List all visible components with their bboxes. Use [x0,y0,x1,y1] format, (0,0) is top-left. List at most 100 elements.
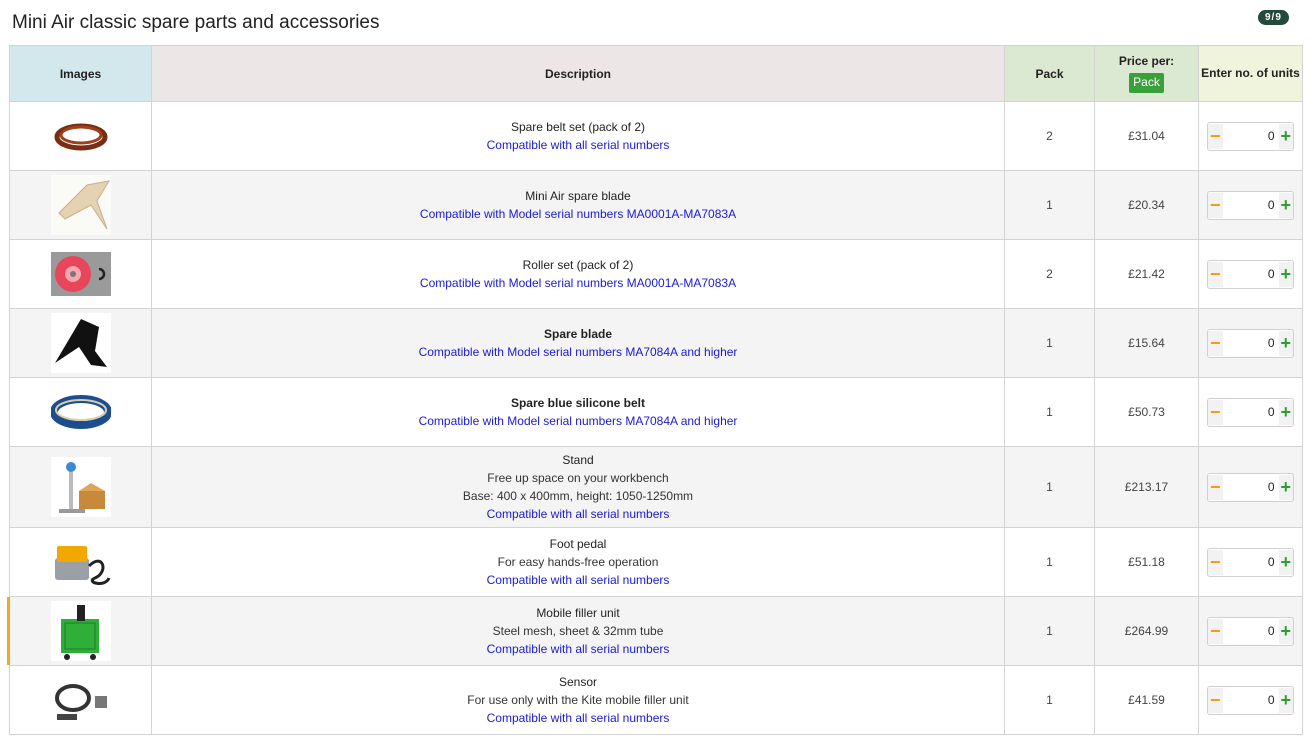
decrement-button[interactable]: − [1208,687,1223,713]
unit-price: £50.73 [1094,377,1199,447]
table-row: Spare belt set (pack of 2) Compatible wi… [9,101,1303,171]
product-name: Sensor [558,675,598,689]
sensor-image[interactable] [50,670,111,730]
foot-pedal-image[interactable] [51,532,111,592]
unit-price: £213.17 [1094,446,1199,528]
compatibility-link[interactable]: Compatible with Model serial numbers MA0… [152,274,1004,292]
compatibility-link[interactable]: Compatible with all serial numbers [152,505,1004,523]
red-roller-image[interactable] [50,244,111,304]
quantity-cell: − + [1198,446,1303,528]
increment-button[interactable]: + [1278,330,1293,356]
black-blade-image[interactable] [50,313,111,373]
product-image-cell [9,527,152,597]
product-name: Mobile filler unit [536,606,620,620]
pack-size: 1 [1004,170,1095,240]
filler-unit-image[interactable] [50,601,111,661]
quantity-stepper: − + [1207,121,1294,151]
compatibility-link[interactable]: Compatible with Model serial numbers MA7… [152,412,1004,430]
quantity-input[interactable] [1222,404,1279,420]
pack-size: 1 [1004,665,1095,735]
compatibility-link[interactable]: Compatible with Model serial numbers MA0… [152,205,1004,223]
price-unit-badge: Pack [1129,73,1164,93]
product-description: Sensor For use only with the Kite mobile… [151,665,1005,735]
table-header-row: Images Description Pack Price per: Pack … [9,45,1303,102]
quantity-input[interactable] [1222,335,1279,351]
increment-button[interactable]: + [1278,192,1293,218]
table-row: Foot pedal For easy hands-free operation… [9,527,1303,597]
quantity-stepper: − + [1207,328,1294,358]
increment-button[interactable]: + [1278,687,1293,713]
product-image-cell [9,101,152,171]
product-description: Mobile filler unit Steel mesh, sheet & 3… [151,596,1005,666]
table-row: Roller set (pack of 2) Compatible with M… [9,239,1303,309]
product-description: Spare blade Compatible with Model serial… [151,308,1005,378]
quantity-cell: − + [1198,170,1303,240]
decrement-button[interactable]: − [1208,192,1223,218]
increment-button[interactable]: + [1278,399,1293,425]
brown-belt-image[interactable] [51,106,111,166]
product-description: Roller set (pack of 2) Compatible with M… [151,239,1005,309]
compatibility-link[interactable]: Compatible with all serial numbers [152,709,1004,727]
product-image-cell [9,239,152,309]
compatibility-link[interactable]: Compatible with all serial numbers [152,571,1004,589]
header-images: Images [9,45,152,102]
decrement-button[interactable]: − [1208,123,1223,149]
product-image-cell [9,446,152,528]
quantity-input[interactable] [1222,554,1279,570]
unit-price: £31.04 [1094,101,1199,171]
product-name: Spare belt set (pack of 2) [510,120,646,134]
quantity-input[interactable] [1222,197,1279,213]
product-detail: Base: 400 x 400mm, height: 1050-1250mm [462,489,694,503]
selected-row-indicator [7,597,10,665]
increment-button[interactable]: + [1278,261,1293,287]
table-row: Mobile filler unit Steel mesh, sheet & 3… [7,596,1303,666]
increment-button[interactable]: + [1278,549,1293,575]
quantity-stepper: − + [1207,547,1294,577]
decrement-button[interactable]: − [1208,399,1223,425]
quantity-stepper: − + [1207,616,1294,646]
decrement-button[interactable]: − [1208,549,1223,575]
product-detail: Free up space on your workbench [487,471,669,485]
quantity-input[interactable] [1222,266,1279,282]
unit-price: £51.18 [1094,527,1199,597]
compatibility-link[interactable]: Compatible with all serial numbers [152,136,1004,154]
stand-image[interactable] [50,457,111,517]
pack-size: 2 [1004,239,1095,309]
decrement-button[interactable]: − [1208,618,1223,644]
product-image-cell [7,596,152,666]
increment-button[interactable]: + [1278,123,1293,149]
decrement-button[interactable]: − [1208,474,1223,500]
unit-price: £15.64 [1094,308,1199,378]
quantity-input[interactable] [1222,479,1279,495]
quantity-cell: − + [1198,308,1303,378]
compatibility-link[interactable]: Compatible with all serial numbers [152,640,1004,658]
pack-size: 1 [1004,596,1095,666]
product-name: Spare blue silicone belt [510,396,646,410]
quantity-cell: − + [1198,596,1303,666]
increment-button[interactable]: + [1278,618,1293,644]
table-row: Spare blue silicone belt Compatible with… [9,377,1303,447]
product-name: Spare blade [543,327,613,341]
quantity-input[interactable] [1222,623,1279,639]
quantity-input[interactable] [1222,692,1279,708]
compatibility-link[interactable]: Compatible with Model serial numbers MA7… [152,343,1004,361]
product-description: Mini Air spare blade Compatible with Mod… [151,170,1005,240]
header-price: Price per: Pack [1094,45,1199,102]
increment-button[interactable]: + [1278,474,1293,500]
page-counter-badge: 9/9 [1258,10,1289,25]
product-detail: For easy hands-free operation [497,555,659,569]
beige-blade-image[interactable] [50,175,111,235]
pack-size: 1 [1004,446,1095,528]
blue-belt-image[interactable] [49,382,112,442]
pack-size: 1 [1004,527,1095,597]
header-qty: Enter no. of units [1198,45,1303,102]
quantity-input[interactable] [1222,128,1279,144]
product-detail: For use only with the Kite mobile filler… [467,693,689,707]
product-name: Foot pedal [549,537,607,551]
quantity-stepper: − + [1207,259,1294,289]
product-name: Mini Air spare blade [525,189,631,203]
quantity-stepper: − + [1207,472,1294,502]
decrement-button[interactable]: − [1208,261,1223,287]
page-title: Mini Air classic spare parts and accesso… [12,12,380,33]
decrement-button[interactable]: − [1208,330,1223,356]
